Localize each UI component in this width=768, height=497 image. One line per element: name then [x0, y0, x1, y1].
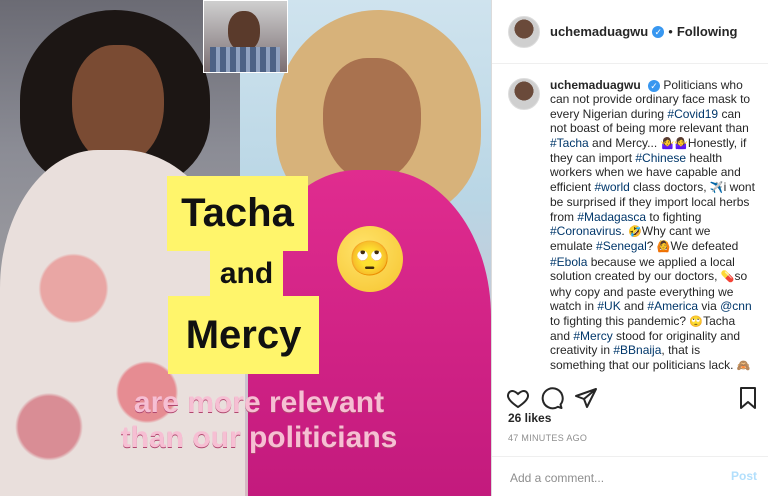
caption-username[interactable]: uchemaduagwu: [550, 78, 641, 92]
image-caption-mercy: Mercy: [168, 296, 319, 374]
caption-fragment: via: [698, 299, 721, 314]
caption-fragment: ?: [646, 239, 657, 254]
hashtag-link[interactable]: #Madagasca: [577, 210, 646, 224]
hashtag-link[interactable]: #Chinese: [635, 151, 686, 165]
image-caption-and: and: [210, 251, 283, 297]
emoji-icon: 💊: [720, 271, 735, 284]
emoji-icon: 🙆: [656, 241, 671, 254]
image-subtitle-line1: are more relevant: [133, 386, 385, 419]
verified-badge-icon: ✓: [648, 79, 661, 92]
hashtag-link[interactable]: #world: [594, 180, 629, 194]
caption-fragment: class doctors,: [629, 179, 710, 194]
hashtag-link[interactable]: #BBnaija: [613, 343, 661, 357]
separator-dot: •: [668, 24, 673, 39]
hashtag-link[interactable]: #Ebola: [550, 255, 587, 269]
header-username[interactable]: uchemaduagwu: [550, 24, 648, 39]
avatar[interactable]: [508, 15, 540, 48]
eye-roll-emoji-icon: 🙄: [337, 226, 403, 292]
inset-face: [228, 11, 260, 51]
comment-icon[interactable]: [540, 386, 564, 410]
inset-photo: [203, 0, 288, 73]
emoji-icon: ✈️: [709, 181, 724, 194]
image-subtitle-line2: than our politicians: [120, 421, 398, 454]
left-person-face: [72, 45, 164, 165]
caption-fragment: to fighting this pandemic?: [550, 313, 690, 328]
verified-badge-icon: ✓: [652, 25, 665, 38]
caption-text: uchemaduagwu ✓ Politicians who can not p…: [550, 78, 755, 372]
post-timestamp[interactable]: 47 MINUTES AGO: [508, 433, 587, 443]
caption-row: uchemaduagwu ✓ Politicians who can not p…: [492, 64, 768, 372]
caption-fragment: We defeated: [670, 239, 739, 254]
action-bar: [492, 372, 768, 412]
emoji-icon: 🤷‍♀️🤷‍♀️: [660, 137, 688, 150]
heart-icon[interactable]: [506, 386, 530, 410]
hashtag-link[interactable]: #America: [647, 299, 698, 313]
post-header: uchemaduagwu ✓ • Following: [492, 0, 768, 64]
caption-avatar[interactable]: [508, 78, 540, 110]
image-caption-tacha: Tacha: [167, 176, 308, 251]
caption-fragment: and: [620, 299, 648, 314]
hashtag-link[interactable]: #Tacha: [550, 136, 589, 150]
hashtag-link[interactable]: #Mercy: [573, 329, 612, 343]
hashtag-link[interactable]: #Covid19: [667, 107, 718, 121]
bookmark-icon[interactable]: [736, 386, 760, 410]
emoji-icon: 🙈: [736, 359, 751, 372]
comment-input[interactable]: [508, 467, 712, 489]
hashtag-link[interactable]: #Coronavirus: [550, 224, 621, 238]
likes-count[interactable]: 26 likes: [508, 411, 551, 425]
hashtag-link[interactable]: #UK: [597, 299, 620, 313]
caption-body: Politicians who can not provide ordinary…: [550, 78, 755, 372]
post-button[interactable]: Post: [731, 469, 757, 483]
post-image[interactable]: Tacha and Mercy 🙄 are more relevant than…: [0, 0, 491, 496]
hashtag-link[interactable]: #Senegal: [596, 239, 647, 253]
post-sidebar: uchemaduagwu ✓ • Following uchemaduagwu …: [491, 0, 768, 496]
caption-fragment: and Mercy...: [588, 135, 661, 150]
following-button[interactable]: Following: [677, 24, 738, 39]
emoji-icon: 🤣: [628, 226, 642, 239]
hashtag-link[interactable]: @cnn: [720, 299, 752, 313]
comments-section[interactable]: uchemaduagwu ✓ Politicians who can not p…: [492, 64, 768, 372]
share-icon[interactable]: [574, 386, 598, 410]
emoji-icon: 🙄: [689, 315, 704, 328]
right-person-face: [323, 58, 421, 182]
caption-fragment: to fighting: [646, 209, 702, 224]
inset-shirt: [210, 47, 280, 72]
comment-bar: Post: [492, 456, 768, 497]
